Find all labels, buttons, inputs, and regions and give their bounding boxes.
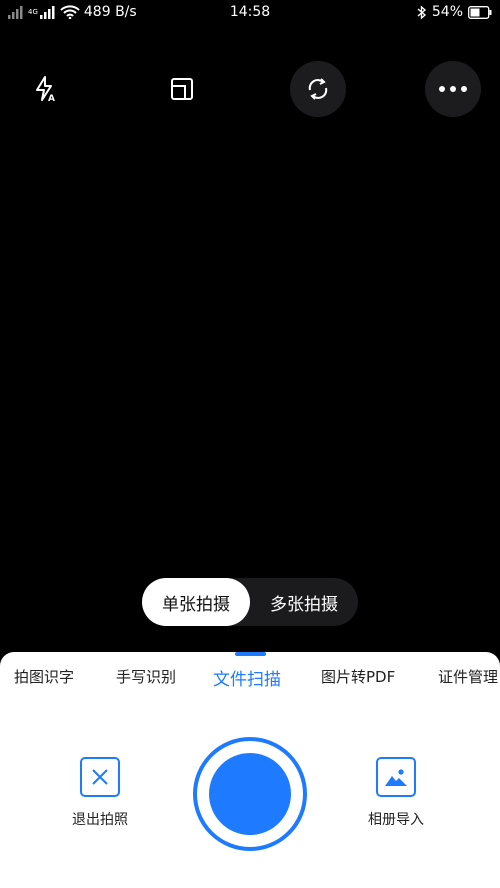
status-right: 54% <box>417 4 492 20</box>
network-type: 4G <box>28 7 38 16</box>
crop-button[interactable] <box>154 61 210 117</box>
crop-frame-icon <box>171 78 193 100</box>
album-import-label: 相册导入 <box>368 812 424 828</box>
more-button[interactable] <box>425 61 481 117</box>
single-shot-option[interactable]: 单张拍摄 <box>142 578 250 626</box>
svg-text:A: A <box>48 94 55 103</box>
signal-icon <box>8 6 23 19</box>
capture-mode-toggle: 单张拍摄 多张拍摄 <box>142 578 358 626</box>
rotate-camera-icon <box>308 78 328 100</box>
flash-button[interactable]: A <box>19 61 75 117</box>
more-icon <box>439 86 467 92</box>
battery-icon <box>468 5 492 19</box>
wifi-icon <box>60 5 80 19</box>
multi-shot-option[interactable]: 多张拍摄 <box>250 578 358 626</box>
album-icon-box <box>376 757 416 797</box>
network-speed: 489 B/s <box>83 4 137 20</box>
exit-camera-label: 退出拍照 <box>72 812 128 828</box>
flash-auto-icon: A <box>36 76 55 103</box>
active-tab-indicator <box>235 652 266 656</box>
tab-handwriting-recognition[interactable]: 手写识别 <box>116 666 176 687</box>
status-bar: 4G 489 B/s 14:58 54% <box>0 0 500 28</box>
status-left: 4G 489 B/s <box>8 4 137 20</box>
album-import-button[interactable]: 相册导入 <box>368 757 424 829</box>
tab-image-to-pdf[interactable]: 图片转PDF <box>321 666 395 687</box>
exit-camera-button[interactable]: 退出拍照 <box>72 757 128 829</box>
signal-2-icon <box>39 6 55 19</box>
shutter-button[interactable] <box>193 737 307 851</box>
tab-text-recognition[interactable]: 拍图识字 <box>14 666 74 687</box>
close-icon <box>92 769 108 785</box>
mode-tabs: 拍图识字 手写识别 文件扫描 图片转PDF 证件管理 <box>0 666 500 696</box>
bluetooth-icon <box>417 4 426 20</box>
tab-document-scan[interactable]: 文件扫描 <box>213 665 281 690</box>
image-icon <box>385 769 407 786</box>
shutter-inner <box>209 753 291 835</box>
network-type-label: 4G <box>28 7 38 16</box>
camera-screen: 4G 489 B/s 14:58 54% A 单张拍摄 多张拍摄 拍图识字 手写… <box>0 0 500 888</box>
battery-percent: 54% <box>431 4 463 20</box>
tab-id-management[interactable]: 证件管理 <box>438 666 498 687</box>
exit-icon-box <box>80 757 120 797</box>
rotate-camera-button[interactable] <box>290 61 346 117</box>
